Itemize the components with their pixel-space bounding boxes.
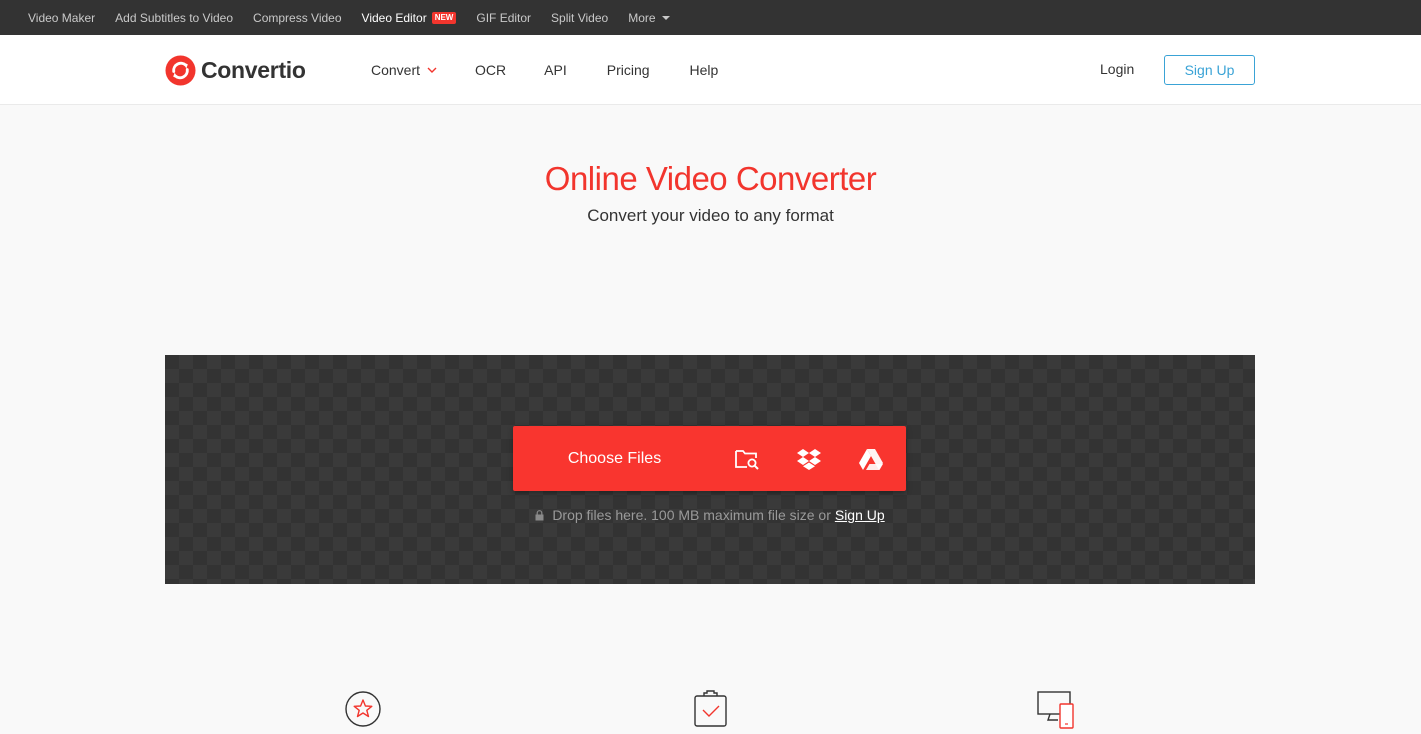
drop-note: Drop files here. 100 MB maximum file siz… [165, 507, 1255, 523]
brand-name: Convertio [201, 56, 306, 83]
clipboard-check-icon [694, 690, 727, 727]
drop-signup-link[interactable]: Sign Up [835, 507, 885, 523]
topbar-link-compress-video[interactable]: Compress Video [253, 11, 342, 25]
drop-note-text: Drop files here. 100 MB maximum file siz… [552, 507, 831, 523]
google-drive-icon [859, 448, 883, 470]
topbar-link-add-subtitles[interactable]: Add Subtitles to Video [115, 11, 233, 25]
lock-icon [535, 509, 544, 520]
from-google-drive-button[interactable] [840, 426, 902, 491]
topbar-more-dropdown[interactable]: More [628, 10, 670, 25]
topbar-link-video-editor[interactable]: Video Editor NEW [362, 11, 457, 25]
devices-icon [1037, 691, 1074, 729]
nav-pricing[interactable]: Pricing [607, 62, 650, 78]
chevron-down-icon [427, 67, 437, 73]
topbar-link-gif-editor[interactable]: GIF Editor [476, 11, 531, 25]
login-link[interactable]: Login [1100, 61, 1134, 77]
folder-search-icon [735, 449, 759, 470]
from-dropbox-button[interactable] [778, 426, 840, 491]
topbar-more-label: More [628, 10, 656, 25]
new-badge: NEW [431, 11, 457, 24]
star-badge-icon [345, 691, 381, 727]
nav-convert-label: Convert [371, 62, 421, 78]
topbar-link-video-editor-label: Video Editor [361, 10, 427, 25]
convertio-logo-icon [165, 54, 196, 86]
top-bar: Video Maker Add Subtitles to Video Compr… [0, 0, 1421, 35]
dropbox-icon [797, 448, 821, 470]
page-title: Online Video Converter [544, 160, 877, 197]
main-nav: Convert OCR API Pricing Help [371, 35, 718, 105]
choose-files-panel: Choose Files [513, 426, 906, 491]
signup-button[interactable]: Sign Up [1164, 55, 1255, 85]
nav-help[interactable]: Help [690, 62, 719, 78]
nav-convert[interactable]: Convert [371, 62, 437, 78]
choose-files-button[interactable]: Choose Files [513, 450, 716, 468]
page-subtitle: Convert your video to any format [587, 206, 834, 225]
from-device-button[interactable] [716, 426, 778, 491]
caret-down-icon [661, 15, 670, 20]
upload-dropzone[interactable]: Choose Files Drop files here. 100 MB max… [165, 355, 1255, 584]
nav-ocr[interactable]: OCR [475, 62, 506, 78]
nav-api[interactable]: API [544, 62, 567, 78]
main-header: Convertio Convert OCR API Pricing Help L… [0, 35, 1421, 105]
topbar-link-split-video[interactable]: Split Video [551, 11, 608, 25]
convertio-logo[interactable]: Convertio [165, 54, 306, 86]
topbar-link-video-maker[interactable]: Video Maker [28, 11, 95, 25]
